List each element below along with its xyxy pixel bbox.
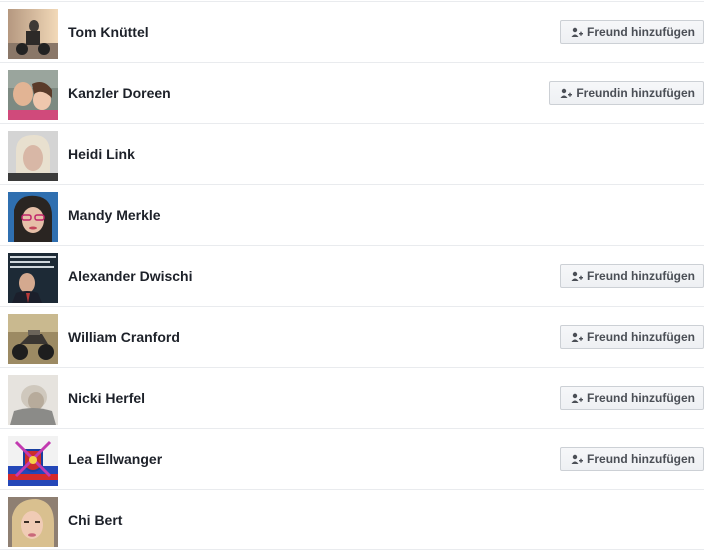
- list-item: Heidi Link: [0, 123, 704, 184]
- add-friend-label: Freundin hinzufügen: [576, 86, 695, 100]
- add-friend-button[interactable]: Freund hinzufügen: [560, 386, 704, 410]
- avatar[interactable]: [8, 375, 58, 425]
- friend-name[interactable]: Lea Ellwanger: [68, 450, 162, 468]
- avatar[interactable]: [8, 497, 58, 547]
- add-friend-label: Freund hinzufügen: [587, 452, 695, 466]
- add-friend-icon: [571, 332, 584, 342]
- list-item: Chi Bert: [0, 489, 704, 550]
- add-friend-label: Freund hinzufügen: [587, 25, 695, 39]
- motorcycle-photo-icon: [8, 314, 58, 364]
- add-friend-icon: [571, 271, 584, 281]
- avatar[interactable]: [8, 253, 58, 303]
- friend-name[interactable]: Mandy Merkle: [68, 206, 161, 224]
- friend-name[interactable]: Chi Bert: [68, 511, 122, 529]
- list-item: Lea Ellwanger Freund hinzufügen: [0, 428, 704, 489]
- list-item: Kanzler Doreen Freundin hinzufügen: [0, 62, 704, 123]
- avatar[interactable]: [8, 314, 58, 364]
- list-item: William Cranford Freund hinzufügen: [0, 306, 704, 367]
- blonde-selfie-photo-icon: [8, 497, 58, 547]
- family-selfie-photo-icon: [8, 70, 58, 120]
- add-friend-button[interactable]: Freund hinzufügen: [560, 325, 704, 349]
- friend-name[interactable]: William Cranford: [68, 328, 180, 346]
- add-friend-button[interactable]: Freundin hinzufügen: [549, 81, 704, 105]
- list-item: Alexander Dwischi Freund hinzufügen: [0, 245, 704, 306]
- avatar[interactable]: [8, 131, 58, 181]
- add-friend-icon: [571, 27, 584, 37]
- add-friend-icon: [571, 393, 584, 403]
- man-in-suit-photo-icon: [8, 253, 58, 303]
- add-friend-button[interactable]: Freund hinzufügen: [560, 20, 704, 44]
- add-friend-icon: [560, 88, 573, 98]
- add-friend-label: Freund hinzufügen: [587, 269, 695, 283]
- person-on-motorbike-photo-icon: [8, 9, 58, 59]
- avatar[interactable]: [8, 9, 58, 59]
- add-friend-label: Freund hinzufügen: [587, 391, 695, 405]
- list-item: Tom Knüttel Freund hinzufügen: [0, 1, 704, 62]
- add-friend-icon: [571, 454, 584, 464]
- friend-name[interactable]: Heidi Link: [68, 145, 135, 163]
- add-friend-label: Freund hinzufügen: [587, 330, 695, 344]
- woman-glasses-photo-icon: [8, 192, 58, 242]
- blonde-woman-photo-icon: [8, 131, 58, 181]
- faded-portrait-photo-icon: [8, 375, 58, 425]
- list-item: Nicki Herfel Freund hinzufügen: [0, 367, 704, 428]
- avatar[interactable]: [8, 70, 58, 120]
- friend-name[interactable]: Alexander Dwischi: [68, 267, 193, 285]
- add-friend-button[interactable]: Freund hinzufügen: [560, 264, 704, 288]
- list-item: Mandy Merkle: [0, 184, 704, 245]
- friend-name[interactable]: Nicki Herfel: [68, 389, 145, 407]
- coat-of-arms-photo-icon: [8, 436, 58, 486]
- avatar[interactable]: [8, 436, 58, 486]
- friend-suggestion-list: Tom Knüttel Freund hinzufügen Kanzler Do…: [0, 0, 712, 552]
- friend-name[interactable]: Kanzler Doreen: [68, 84, 171, 102]
- add-friend-button[interactable]: Freund hinzufügen: [560, 447, 704, 471]
- avatar[interactable]: [8, 192, 58, 242]
- friend-name[interactable]: Tom Knüttel: [68, 23, 149, 41]
